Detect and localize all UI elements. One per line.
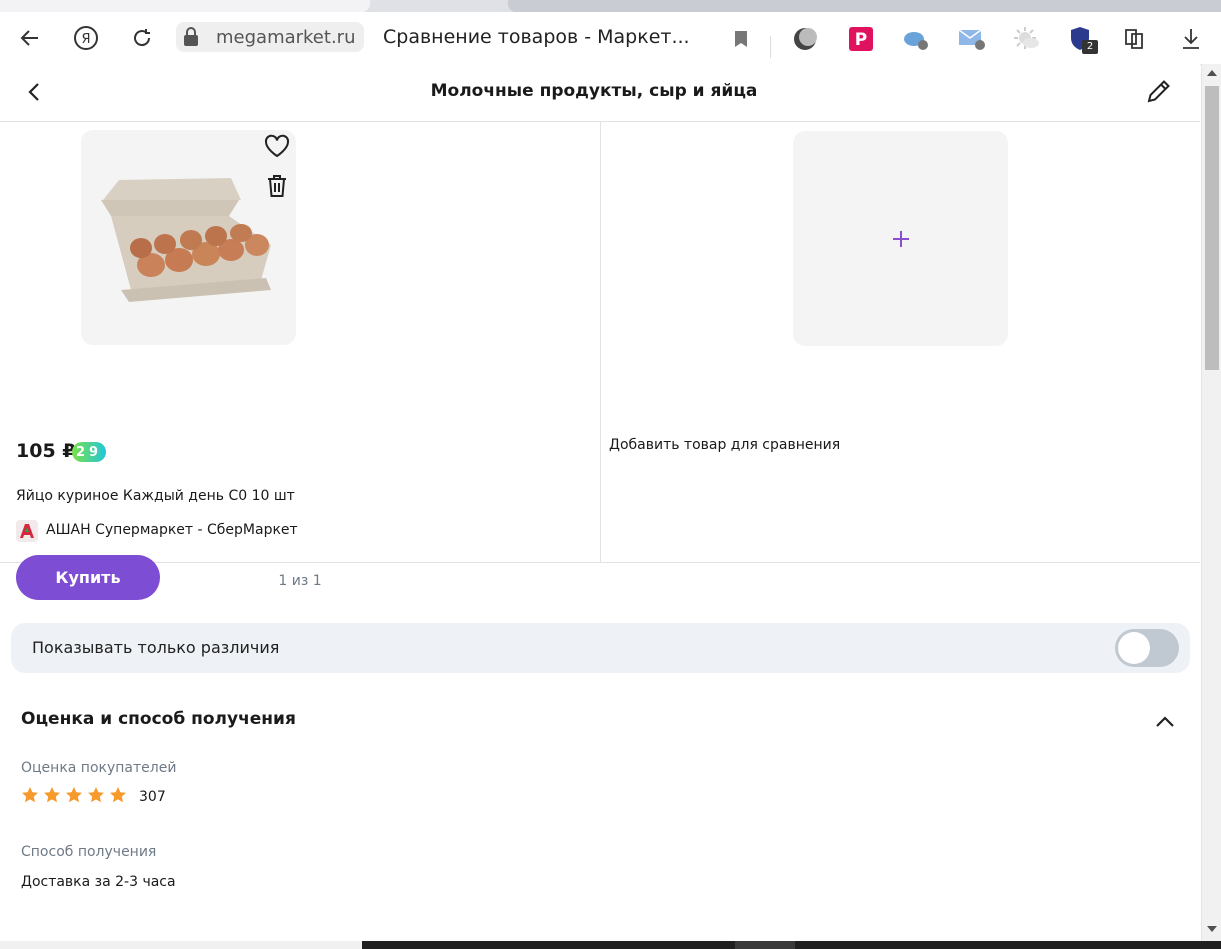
browser-tab-strip <box>0 0 1221 12</box>
chevron-up-icon[interactable] <box>1152 709 1178 739</box>
extension-p-icon[interactable]: P <box>846 24 876 54</box>
weather-cloud-icon[interactable] <box>901 24 931 54</box>
alice-icon[interactable] <box>790 24 820 54</box>
show-differences-label: Показывать только различия <box>32 638 280 657</box>
add-product-slot[interactable] <box>793 131 1008 346</box>
compare-header: Молочные продукты, сыр и яйца <box>0 64 1200 122</box>
auchan-logo-icon <box>16 520 38 542</box>
star-icon <box>66 787 82 803</box>
page-content: Молочные продукты, сыр и яйца 105 ₽ 29 Я… <box>0 64 1200 941</box>
download-icon[interactable] <box>1176 24 1206 54</box>
plus-icon[interactable] <box>890 228 912 250</box>
star-icon <box>22 787 38 803</box>
show-differences-toggle[interactable] <box>1115 629 1179 667</box>
page-title-text: Сравнение товаров - Маркет... <box>383 26 690 48</box>
star-icon <box>88 787 104 803</box>
shop-name[interactable]: АШАН Супермаркет - СберМаркет <box>46 522 298 538</box>
pencil-icon[interactable] <box>1144 76 1176 108</box>
toggle-knob <box>1118 632 1150 664</box>
trash-icon[interactable] <box>266 174 288 202</box>
shield-extension-icon[interactable]: 2 <box>1068 24 1098 54</box>
show-differences-row: Показывать только различия <box>11 623 1190 673</box>
add-product-text: Добавить товар для сравнения <box>609 437 841 453</box>
browser-toolbar: Я megamarket.ru Сравнение товаров - Марк… <box>0 12 1221 65</box>
section-title[interactable]: Оценка и способ получения <box>21 709 296 729</box>
pagination: 1 из 1 <box>278 573 322 589</box>
svg-text:P: P <box>855 30 867 50</box>
url-text[interactable]: megamarket.ru <box>216 27 355 48</box>
delivery-value: Доставка за 2-3 часа <box>21 874 176 890</box>
back-arrow-icon[interactable] <box>14 22 46 54</box>
product-price: 105 ₽ <box>16 440 76 462</box>
extension-badge: 2 <box>1082 40 1098 54</box>
yandex-icon[interactable]: Я <box>70 22 102 54</box>
taskbar-item <box>735 941 795 949</box>
inactive-tab[interactable] <box>508 0 1221 12</box>
rating-count[interactable]: 307 <box>139 789 166 805</box>
svg-text:Я: Я <box>81 32 90 47</box>
rating-label: Оценка покупателей <box>21 760 177 776</box>
collections-icon[interactable] <box>1120 24 1150 54</box>
scrollbar-thumb[interactable] <box>1205 86 1219 370</box>
delivery-label: Способ получения <box>21 844 157 860</box>
weather-sun-icon[interactable] <box>1012 24 1042 54</box>
star-icon <box>110 787 126 803</box>
category-title: Молочные продукты, сыр и яйца <box>430 81 758 101</box>
rating-stars <box>21 786 127 804</box>
star-icon <box>44 787 60 803</box>
bookmark-icon[interactable] <box>726 24 756 54</box>
mail-icon[interactable] <box>957 24 987 54</box>
heart-icon[interactable] <box>264 134 290 162</box>
product-name[interactable]: Яйцо куриное Каждый день С0 10 шт <box>16 488 295 504</box>
toolbar-divider <box>770 36 771 58</box>
column-divider <box>600 122 601 562</box>
bonus-value: 29 <box>75 444 103 460</box>
product-image[interactable] <box>81 130 296 345</box>
scroll-up-arrow-icon[interactable] <box>1207 70 1217 76</box>
active-tab[interactable] <box>0 0 370 12</box>
reload-icon[interactable] <box>126 22 158 54</box>
scrollbar[interactable] <box>1201 64 1221 941</box>
taskbar-edge <box>0 941 1221 949</box>
comparison-columns: 105 ₽ 29 Яйцо куриное Каждый день С0 10 … <box>0 122 1200 600</box>
lock-icon[interactable] <box>183 27 199 51</box>
bonus-badge: 29 <box>72 442 106 462</box>
scroll-down-arrow-icon[interactable] <box>1207 926 1217 932</box>
